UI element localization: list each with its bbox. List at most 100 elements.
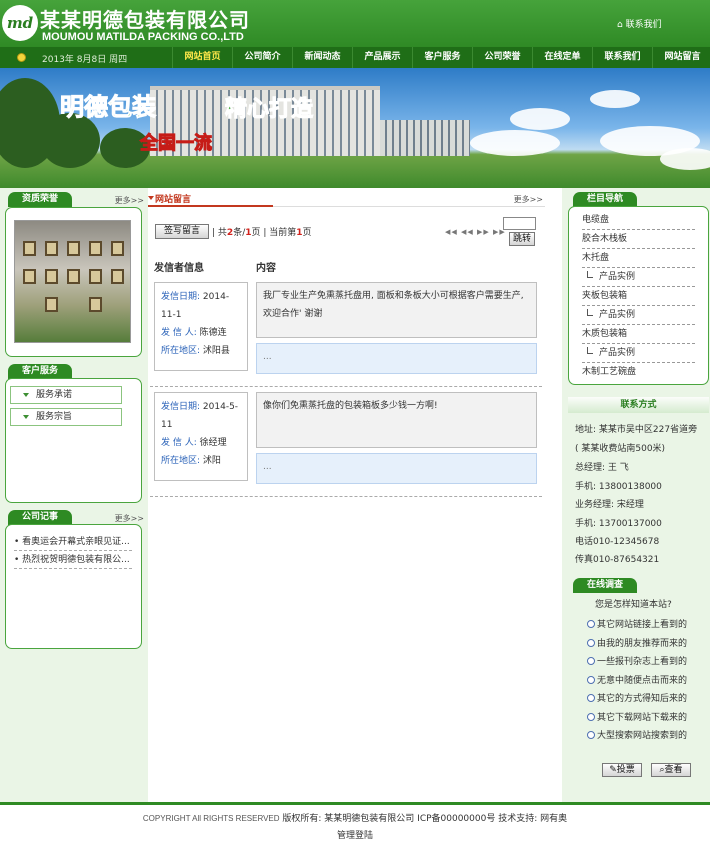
nav-guestbook[interactable]: 网站留言 [652, 47, 710, 68]
service-title: 客户服务 [8, 364, 72, 379]
logo[interactable]: md [2, 5, 38, 41]
service-header: 客户服务 [0, 364, 148, 379]
contact-manager: 总经理: 王 飞 [575, 463, 629, 473]
category-subitem[interactable]: 产品实例 [582, 306, 695, 325]
honor-title: 资质荣誉 [8, 192, 72, 207]
certificate-photo[interactable] [14, 220, 131, 343]
admin-login-link[interactable]: 管理登陆 [0, 828, 710, 841]
category-item[interactable]: 木制工艺碗盘 [582, 363, 695, 382]
contact-title: 联系方式 [568, 397, 709, 413]
nav-products[interactable]: 产品展示 [352, 47, 412, 68]
category-label: 电缆盘 [582, 215, 610, 225]
survey-option-label: 无意中随便点击而来的 [597, 676, 688, 686]
banner-image: 明德包装 精心打造 全国一流 [0, 68, 710, 188]
radio-button[interactable] [587, 676, 595, 684]
message-date-cont: 11 [161, 420, 173, 430]
service-item-purpose[interactable]: 服务宗旨 [10, 408, 122, 426]
category-label: 产品实例 [599, 348, 636, 358]
main-nav: 2013年 8月8日 周四 网站首页 公司简介 新闻动态 产品展示 客户服务 公… [0, 47, 710, 68]
category-item[interactable]: 木托盘 [582, 249, 695, 268]
contact-us-link[interactable]: ⌂ 联系我们 [617, 17, 662, 30]
bullet-icon: • [14, 537, 23, 547]
radio-button[interactable] [587, 620, 595, 628]
category-label: 产品实例 [599, 272, 636, 282]
nav-order[interactable]: 在线定单 [532, 47, 592, 68]
company-name: 某某明德包装有限公司 [40, 8, 250, 32]
radio-button[interactable] [587, 694, 595, 702]
write-message-button[interactable]: 签写留言 [155, 224, 209, 239]
radio-button[interactable] [587, 713, 595, 721]
cloud [590, 90, 640, 108]
nav-contact[interactable]: 联系我们 [592, 47, 652, 68]
guestbook-more-link[interactable]: 更多>> [514, 194, 543, 205]
category-item[interactable]: 木质包装箱 [582, 325, 695, 344]
message-content: 我厂专业生产免熏蒸托盘用, 面板和条板大小可根据客户需要生产, 欢迎合作' 谢谢 [256, 282, 537, 338]
view-results-button[interactable]: ⌕查看 [651, 763, 691, 777]
nav-items: 网站首页 公司简介 新闻动态 产品展示 客户服务 公司荣誉 在线定单 联系我们 … [172, 47, 710, 68]
page-number-input[interactable] [503, 217, 536, 230]
survey-option[interactable]: 由我的朋友推荐而来的 [587, 636, 687, 649]
vote-button[interactable]: ✎投票 [602, 763, 642, 777]
service-item-promise[interactable]: 服务承诺 [10, 386, 122, 404]
divider [150, 496, 542, 497]
certificate-frame [23, 269, 36, 284]
category-item[interactable]: 胶合木栈板 [582, 230, 695, 249]
nav-news[interactable]: 新闻动态 [292, 47, 352, 68]
survey-option[interactable]: 无意中随便点击而来的 [587, 673, 687, 686]
news-item[interactable]: • 热烈祝贺明德包装有限公... [14, 551, 132, 569]
survey-option[interactable]: 其它网站链接上看到的 [587, 617, 687, 630]
contact-address-note: ( 某某收费站南500米) [575, 444, 666, 454]
cloud [660, 148, 710, 170]
honor-more-link[interactable]: 更多>> [115, 195, 144, 206]
nav-home[interactable]: 网站首页 [172, 47, 232, 68]
category-item[interactable]: 夹板包装箱 [582, 287, 695, 306]
survey-option-label: 其它下载网站下载来的 [597, 713, 688, 723]
banner-slogan-3: 全国一流 [140, 133, 213, 155]
category-item[interactable]: 电缆盘 [582, 211, 695, 230]
survey-option[interactable]: 其它的方式得知后来的 [587, 691, 687, 704]
category-subitem[interactable]: 产品实例 [582, 268, 695, 287]
building [380, 120, 470, 156]
survey-option-label: 其它网站链接上看到的 [597, 620, 688, 630]
contact-mobile: 手机: 13800138000 [575, 482, 662, 492]
survey-option[interactable]: 其它下载网站下载来的 [587, 710, 687, 723]
vote-icon: ✎ [609, 765, 617, 775]
guestbook-title: 网站留言 [155, 195, 192, 205]
contact-phone: 电话010-12345678 [575, 537, 660, 547]
radio-button[interactable] [587, 731, 595, 739]
pager-arrows[interactable]: ◀◀ ◀◀ ▶▶ ▶▶ [445, 228, 506, 236]
tree-branch-icon [587, 271, 593, 278]
banner-slogan-1: 明德包装 [60, 93, 157, 122]
copyright-en: COPYRIGHT All RIGHTS RESERVED [142, 814, 280, 823]
triangle-down-icon [148, 196, 154, 200]
nav-about[interactable]: 公司简介 [232, 47, 292, 68]
column-sender: 发信者信息 [154, 263, 204, 274]
honor-header: 资质荣誉 更多>> [0, 192, 148, 207]
triangle-down-icon [23, 393, 29, 397]
contact-us-label: 联系我们 [625, 20, 662, 30]
news-item[interactable]: • 看奥运会开幕式亲眼见证... [14, 533, 132, 551]
divider [150, 386, 542, 387]
nav-honor[interactable]: 公司荣誉 [472, 47, 532, 68]
nav-service[interactable]: 客户服务 [412, 47, 472, 68]
contact-fax: 传真010-87654321 [575, 555, 660, 565]
survey-option[interactable]: 大型搜索网站搜索到的 [587, 728, 687, 741]
radio-button[interactable] [587, 639, 595, 647]
category-subitem[interactable]: 产品实例 [582, 344, 695, 363]
message-date: 发信日期: 2014-5- [161, 402, 239, 412]
service-item-label: 服务承诺 [36, 390, 73, 400]
home-icon: ⌂ [617, 20, 623, 30]
radio-button[interactable] [587, 657, 595, 665]
message-date: 发信日期: 2014- [161, 292, 230, 302]
survey-option-label: 大型搜索网站搜索到的 [597, 731, 688, 741]
news-more-link[interactable]: 更多>> [115, 513, 144, 524]
message-region: 所在地区: 沭阳 [161, 456, 221, 466]
certificate-frame [111, 269, 124, 284]
survey-option[interactable]: 一些报刊杂志上看到的 [587, 654, 687, 667]
certificate-frame [89, 241, 102, 256]
message-sender-info: 发信日期: 2014- 11-1 发 信 人: 陈德连 所在地区: 沭阳县 [154, 282, 248, 371]
guestbook-header: 网站留言 更多>> [148, 192, 545, 206]
divider-accent [148, 205, 273, 207]
news-title: 公司记事 [8, 510, 72, 525]
goto-page-button[interactable]: 跳转 [509, 232, 535, 246]
